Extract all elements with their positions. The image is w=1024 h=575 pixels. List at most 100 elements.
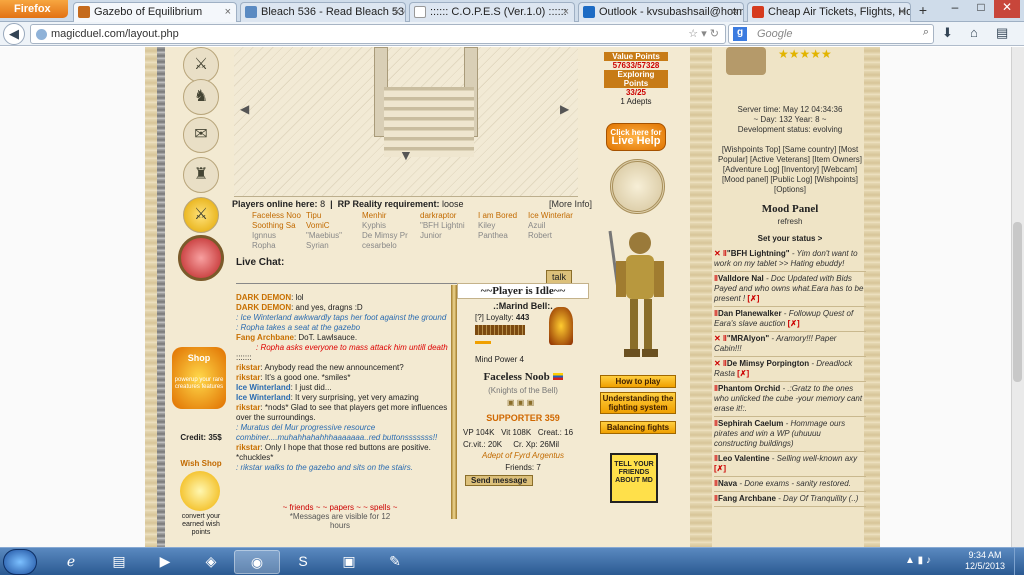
maximize-button[interactable]: □ xyxy=(968,0,994,18)
bookmark-star-icon[interactable]: ☆ ▾ ↻ xyxy=(688,27,719,40)
mood-flag[interactable]: [✗] xyxy=(788,319,800,328)
close-tab-icon[interactable]: × xyxy=(394,6,400,18)
search-input[interactable]: g Google ⌕ xyxy=(728,24,934,44)
player-link[interactable]: Kiley xyxy=(478,221,495,230)
player-link[interactable]: "Maebius" xyxy=(306,231,342,240)
firefox-icon[interactable]: ◉ xyxy=(234,550,280,574)
search-icon[interactable]: ⌕ xyxy=(923,26,929,39)
monitor-icon[interactable]: ▣ xyxy=(326,550,372,574)
mood-author[interactable]: De Mimsy Porpington xyxy=(727,359,809,368)
player-link[interactable]: Ropha xyxy=(252,241,276,250)
tab-cheap-air[interactable]: Cheap Air Tickets, Flights, Hotel... × xyxy=(747,2,911,22)
player-link[interactable]: Soothing Sa xyxy=(252,221,296,230)
close-window-button[interactable]: ✕ xyxy=(994,0,1020,18)
chat-author[interactable]: DARK DEMON xyxy=(236,303,291,312)
start-button[interactable] xyxy=(3,549,37,575)
minimize-button[interactable]: – xyxy=(942,0,968,18)
mood-author[interactable]: "BFH Lightning" xyxy=(727,249,790,258)
chat-author[interactable]: Fang Archbane xyxy=(236,333,294,342)
paint-icon[interactable]: ✎ xyxy=(372,550,418,574)
compass-icon[interactable] xyxy=(610,159,665,214)
wish-sun-icon[interactable] xyxy=(180,471,220,511)
mood-flag[interactable]: [✗] xyxy=(737,369,749,378)
send-message-button[interactable]: Send message xyxy=(465,475,533,486)
clock[interactable]: 9:34 AM 12/5/2013 xyxy=(960,550,1010,572)
system-tray-icons[interactable]: ▲ ▮ ♪ xyxy=(905,555,931,566)
player-link[interactable]: VomiC xyxy=(306,221,330,230)
app-icon[interactable]: ◈ xyxy=(188,550,234,574)
player-link[interactable]: I am Bored xyxy=(478,211,517,220)
skype-icon[interactable]: S xyxy=(280,550,326,574)
mood-flag[interactable]: [✗] xyxy=(714,464,726,473)
explorer-icon[interactable]: ▤ xyxy=(96,550,142,574)
chat-author[interactable]: rikstar xyxy=(236,403,260,412)
player-link[interactable]: Junior xyxy=(420,231,442,240)
player-name[interactable]: Faceless Noob xyxy=(483,371,549,383)
chat-author[interactable]: DARK DEMON xyxy=(236,293,291,302)
back-arrow-icon[interactable]: ◀ xyxy=(3,23,25,45)
tab-copes[interactable]: :::::: C.O.P.E.S (Ver.1.0) :::::: × xyxy=(409,2,575,22)
how-to-play-button[interactable]: How to play xyxy=(600,375,676,388)
scrollbar-thumb[interactable] xyxy=(1013,222,1022,382)
player-link[interactable]: "BFH Lightni xyxy=(420,221,465,230)
player-link[interactable]: Azuil xyxy=(528,221,545,230)
download-icon[interactable]: ⬇ xyxy=(942,25,953,41)
understanding-fighting-button[interactable]: Understanding the fighting system xyxy=(600,392,676,414)
close-tab-icon[interactable]: × xyxy=(563,6,569,18)
nav-arrow-right-icon[interactable]: ▶ xyxy=(560,102,569,116)
tab-outlook[interactable]: Outlook - kvsubashsail@hotmai... × xyxy=(578,2,744,22)
mood-flag[interactable]: [✗] xyxy=(747,294,759,303)
creature-icon[interactable]: ♞ xyxy=(183,79,219,115)
player-link[interactable]: Panthea xyxy=(478,231,508,240)
player-guild[interactable]: (Knights of the Bell) xyxy=(457,386,589,395)
tab-bleach[interactable]: Bleach 536 - Read Bleach 536 Pa... × xyxy=(240,2,406,22)
firefox-menu-button[interactable]: Firefox xyxy=(0,0,68,18)
mood-author[interactable]: Nava xyxy=(718,479,737,488)
chat-author[interactable]: Ice Winterland xyxy=(236,393,291,402)
mood-author[interactable]: Sephirah Caelum xyxy=(718,419,783,428)
bookmarks-icon[interactable]: ▤ xyxy=(996,25,1008,41)
mood-author[interactable]: Fang Archbane xyxy=(718,494,776,503)
home-icon[interactable]: ⌂ xyxy=(970,25,978,40)
tab-gazebo[interactable]: Gazebo of Equilibrium × xyxy=(73,2,237,22)
wish-shop-label[interactable]: Wish Shop xyxy=(176,459,226,468)
set-status-link[interactable]: Set your status > xyxy=(714,234,866,243)
balancing-fights-button[interactable]: Balancing fights xyxy=(600,421,676,434)
mail-icon[interactable]: ✉ xyxy=(183,117,219,153)
shop-button[interactable]: Shop powerup your rare creatures feature… xyxy=(172,347,226,409)
nav-arrow-down-icon[interactable]: ▼ xyxy=(399,147,413,163)
mood-author[interactable]: "MRAlyon" xyxy=(727,334,769,343)
more-info-link[interactable]: [More Info] xyxy=(549,199,592,209)
player-link[interactable]: Faceless Noo xyxy=(252,211,301,220)
new-tab-icon[interactable]: + xyxy=(914,2,932,20)
url-bar[interactable]: magicduel.com/layout.php ☆ ▾ ↻ xyxy=(30,24,726,44)
player-link[interactable]: Menhir xyxy=(362,211,386,220)
sword-shield-icon[interactable]: ⚔ xyxy=(183,197,219,233)
loyalty-label[interactable]: [?] Loyalty: xyxy=(475,313,514,322)
player-link[interactable]: Tipu xyxy=(306,211,321,220)
player-link[interactable]: Ignnus xyxy=(252,231,276,240)
crossed-swords-icon[interactable]: ⚔ xyxy=(183,47,219,83)
player-link[interactable]: Syrian xyxy=(306,241,329,250)
chat-author[interactable]: rikstar xyxy=(236,373,260,382)
mood-author[interactable]: Leo Valentine xyxy=(718,454,770,463)
player-link[interactable]: De Mimsy Pr xyxy=(362,231,408,240)
close-tab-icon[interactable]: × xyxy=(225,6,231,18)
player-link[interactable]: cesarbelo xyxy=(362,241,397,250)
player-link[interactable]: Kyphis xyxy=(362,221,386,230)
ie-icon[interactable]: ℯ xyxy=(48,550,94,574)
chat-author[interactable]: Ice Winterland xyxy=(236,383,291,392)
page-scrollbar[interactable] xyxy=(1011,47,1024,547)
player-link[interactable]: darkraptor xyxy=(420,211,456,220)
adept-of[interactable]: Adept of Fyrd Argentus xyxy=(457,451,589,460)
close-tab-icon[interactable]: × xyxy=(732,6,738,18)
close-tab-icon[interactable]: × xyxy=(899,6,905,18)
refresh-link[interactable]: refresh xyxy=(714,217,866,226)
player-link[interactable]: Robert xyxy=(528,231,552,240)
quick-links[interactable]: [Wishpoints Top] [Same country] [Most Po… xyxy=(714,145,866,195)
mood-author[interactable]: Dan Planewalker xyxy=(718,309,782,318)
nav-arrow-left-icon[interactable]: ◀ xyxy=(240,102,249,116)
bag-icon[interactable]: ♜ xyxy=(183,157,219,193)
chat-footer-links[interactable]: ~ friends ~ ~ papers ~ ~ spells ~ xyxy=(280,503,400,512)
gazebo-scene[interactable]: ▼ ◀ ▶ xyxy=(234,47,578,197)
